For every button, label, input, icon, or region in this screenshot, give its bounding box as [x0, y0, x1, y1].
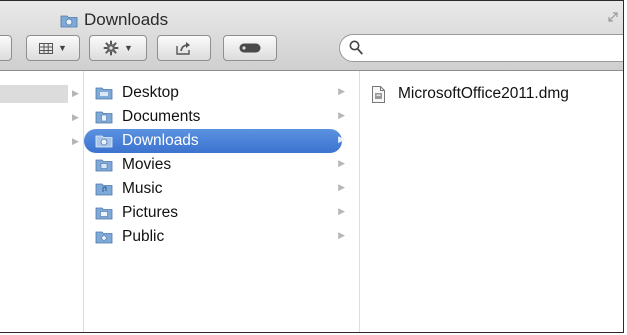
share-button[interactable] [157, 35, 211, 61]
home-folder-column: Desktop ▶ Documents ▶ Downloads ▶ Movies… [84, 71, 360, 332]
tag-icon [239, 43, 261, 53]
file-label: MicrosoftOffice2011.dmg [398, 85, 569, 102]
tags-button[interactable] [223, 35, 277, 61]
chevron-down-icon: ▼ [124, 43, 133, 53]
parent-folder-selection[interactable] [0, 85, 68, 103]
folder-label: Documents [122, 108, 201, 125]
chevron-right-icon: ▶ [338, 206, 345, 216]
chevron-right-icon: ▶ [338, 134, 345, 144]
gear-icon [103, 40, 119, 56]
disk-image-file-icon [372, 86, 385, 103]
folder-label: Music [122, 180, 163, 197]
chevron-down-icon: ▼ [58, 43, 67, 53]
music-folder-icon [95, 183, 113, 196]
folder-label: Public [122, 228, 165, 245]
title-bar: Downloads ▼ ▼ [0, 1, 623, 71]
folder-label: Downloads [122, 132, 199, 149]
search-icon [349, 40, 363, 55]
view-options-button[interactable]: ▼ [26, 35, 80, 61]
folder-label: Movies [122, 156, 172, 173]
chevron-right-icon: ▶ [338, 86, 345, 96]
window-title: Downloads [60, 9, 168, 31]
list-item-desktop[interactable]: Desktop ▶ [84, 81, 359, 105]
downloads-folder-icon [60, 15, 78, 27]
list-item-pictures[interactable]: Pictures ▶ [84, 201, 359, 225]
list-item-movies[interactable]: Movies ▶ [84, 153, 359, 177]
search-field[interactable] [339, 34, 623, 62]
list-item-file[interactable]: MicrosoftOffice2011.dmg [360, 83, 623, 105]
chevron-right-icon: ▶ [338, 158, 345, 168]
fullscreen-icon[interactable] [607, 11, 619, 23]
column-browser: ▶ ▶ ▶ Desktop ▶ Documents ▶ Downloads ▶ … [0, 71, 623, 332]
chevron-right-icon: ▶ [338, 110, 345, 120]
folder-label: Desktop [122, 84, 179, 101]
window-title-label: Downloads [84, 10, 169, 29]
folder-label: Pictures [122, 204, 178, 221]
downloads-column: MicrosoftOffice2011.dmg [360, 71, 623, 332]
desktop-folder-icon [95, 87, 113, 100]
documents-folder-icon [95, 111, 113, 124]
share-icon [176, 42, 190, 55]
finder-window: Downloads ▼ ▼ ▶ ▶ ▶ Desktop ▶ Documents … [0, 0, 624, 333]
list-item-documents[interactable]: Documents ▶ [84, 105, 359, 129]
pictures-folder-icon [95, 207, 113, 220]
list-item-public[interactable]: Public ▶ [84, 225, 359, 249]
disclosure-arrow-icon: ▶ [72, 88, 79, 98]
public-folder-icon [95, 231, 113, 244]
back-button[interactable] [0, 35, 12, 61]
list-item-music[interactable]: Music ▶ [84, 177, 359, 201]
list-item-downloads[interactable]: Downloads ▶ [84, 129, 359, 153]
disclosure-arrow-icon: ▶ [72, 112, 79, 122]
downloads-folder-icon [95, 135, 113, 148]
chevron-right-icon: ▶ [338, 230, 345, 240]
disclosure-arrow-icon: ▶ [72, 136, 79, 146]
chevron-right-icon: ▶ [338, 182, 345, 192]
action-menu-button[interactable]: ▼ [89, 35, 147, 61]
movies-folder-icon [95, 159, 113, 172]
sidebar-column: ▶ ▶ ▶ [0, 71, 84, 332]
grid-view-icon [39, 42, 54, 54]
